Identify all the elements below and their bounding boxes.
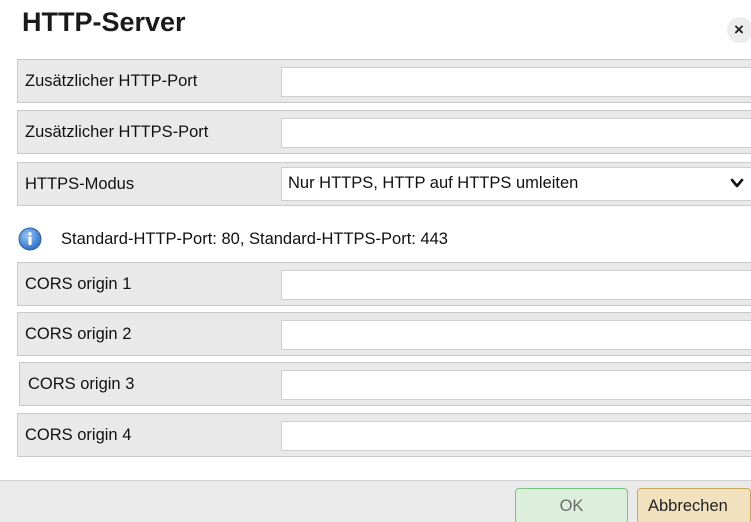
chevron-down-icon [730,178,744,188]
cors-origin-4-input[interactable] [281,421,751,451]
close-icon: × [734,20,744,39]
https-mode-select[interactable]: Nur HTTPS, HTTP auf HTTPS umleiten [281,167,751,201]
cors-origin-2-label: CORS origin 2 [25,325,132,343]
cors-origin-2-input[interactable] [281,320,751,350]
cancel-button[interactable]: Abbrechen [637,488,751,522]
dialog-title: HTTP-Server [22,7,186,37]
http-server-dialog: HTTP-Server × Zusätzlicher HTTP-Port Zus… [0,0,751,522]
row-https-mode: HTTPS-Modus Nur HTTPS, HTTP auf HTTPS um… [17,162,751,206]
row-additional-http-port: Zusätzlicher HTTP-Port [17,59,751,103]
cors-origin-4-label: CORS origin 4 [25,426,132,444]
row-cors-origin-1: CORS origin 1 [17,262,751,306]
additional-https-port-input[interactable] [281,118,751,148]
cors-origin-3-label: CORS origin 3 [28,375,135,393]
default-ports-info-text: Standard-HTTP-Port: 80, Standard-HTTPS-P… [61,230,448,248]
additional-http-port-label: Zusätzlicher HTTP-Port [25,72,198,90]
https-mode-selected-value: Nur HTTPS, HTTP auf HTTPS umleiten [288,174,579,192]
row-cors-origin-4: CORS origin 4 [17,413,751,457]
cors-origin-3-input[interactable] [281,370,751,400]
cors-origin-1-label: CORS origin 1 [25,275,132,293]
dialog-footer: OK Abbrechen [0,480,751,522]
close-button[interactable]: × [727,17,751,43]
dialog-titlebar: HTTP-Server × [0,0,751,53]
ok-button[interactable]: OK [515,488,628,522]
info-icon [18,227,42,251]
cors-origin-1-input[interactable] [281,270,751,300]
row-cors-origin-3: CORS origin 3 [19,362,751,406]
row-additional-https-port: Zusätzlicher HTTPS-Port [17,110,751,154]
https-mode-label: HTTPS-Modus [25,175,135,193]
additional-http-port-input[interactable] [281,67,751,97]
additional-https-port-label: Zusätzlicher HTTPS-Port [25,123,209,141]
row-cors-origin-2: CORS origin 2 [17,312,751,356]
